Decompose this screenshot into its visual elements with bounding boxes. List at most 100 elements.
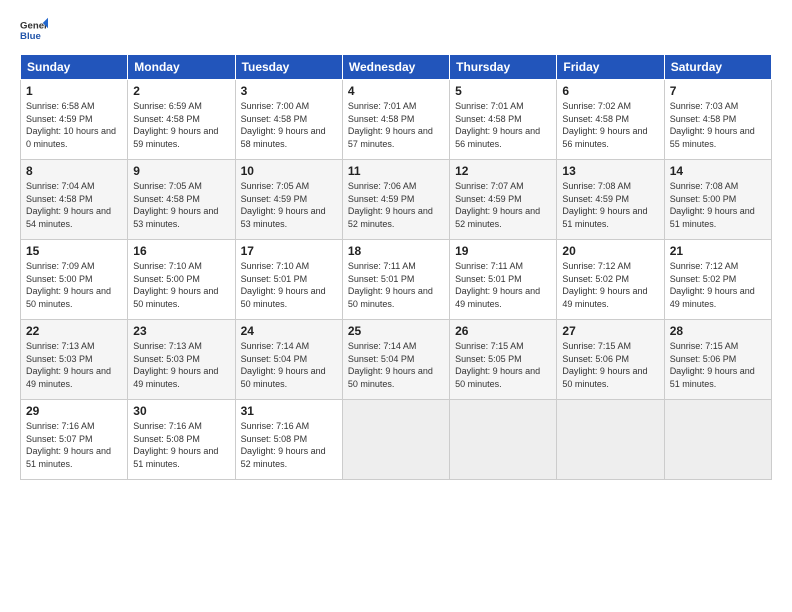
weekday-header-monday: Monday: [128, 55, 235, 80]
day-number: 30: [133, 404, 229, 418]
calendar-cell: 10 Sunrise: 7:05 AMSunset: 4:59 PMDayligh…: [235, 160, 342, 240]
weekday-header-wednesday: Wednesday: [342, 55, 449, 80]
day-info: Sunrise: 7:14 AMSunset: 5:04 PMDaylight:…: [348, 340, 444, 390]
weekday-header-sunday: Sunday: [21, 55, 128, 80]
calendar-cell: 22 Sunrise: 7:13 AMSunset: 5:03 PMDayligh…: [21, 320, 128, 400]
day-number: 26: [455, 324, 551, 338]
day-info: Sunrise: 7:15 AMSunset: 5:06 PMDaylight:…: [670, 340, 766, 390]
calendar-cell: 26 Sunrise: 7:15 AMSunset: 5:05 PMDayligh…: [450, 320, 557, 400]
calendar-cell: 12 Sunrise: 7:07 AMSunset: 4:59 PMDayligh…: [450, 160, 557, 240]
calendar-cell: 7 Sunrise: 7:03 AMSunset: 4:58 PMDaylight…: [664, 80, 771, 160]
header: General Blue: [20, 16, 772, 44]
day-info: Sunrise: 7:15 AMSunset: 5:05 PMDaylight:…: [455, 340, 551, 390]
day-number: 15: [26, 244, 122, 258]
day-info: Sunrise: 7:13 AMSunset: 5:03 PMDaylight:…: [133, 340, 229, 390]
day-number: 11: [348, 164, 444, 178]
calendar-cell: 18Sunrise: 7:11 AMSunset: 5:01 PMDayligh…: [342, 240, 449, 320]
weekday-header-friday: Friday: [557, 55, 664, 80]
day-number: 3: [241, 84, 337, 98]
day-number: 23: [133, 324, 229, 338]
day-number: 10: [241, 164, 337, 178]
day-info: Sunrise: 7:03 AMSunset: 4:58 PMDaylight:…: [670, 100, 766, 150]
day-info: Sunrise: 7:15 AMSunset: 5:06 PMDaylight:…: [562, 340, 658, 390]
day-number: 18: [348, 244, 444, 258]
day-info: Sunrise: 7:06 AMSunset: 4:59 PMDaylight:…: [348, 180, 444, 230]
day-info: Sunrise: 7:12 AMSunset: 5:02 PMDaylight:…: [562, 260, 658, 310]
calendar-cell: [557, 400, 664, 480]
calendar-cell: [664, 400, 771, 480]
day-info: Sunrise: 7:16 AMSunset: 5:08 PMDaylight:…: [241, 420, 337, 470]
calendar-cell: 31 Sunrise: 7:16 AMSunset: 5:08 PMDayligh…: [235, 400, 342, 480]
day-info: Sunrise: 7:10 AMSunset: 5:00 PMDaylight:…: [133, 260, 229, 310]
calendar-cell: 24 Sunrise: 7:14 AMSunset: 5:04 PMDayligh…: [235, 320, 342, 400]
day-info: Sunrise: 7:08 AMSunset: 5:00 PMDaylight:…: [670, 180, 766, 230]
day-number: 4: [348, 84, 444, 98]
day-number: 2: [133, 84, 229, 98]
weekday-header-saturday: Saturday: [664, 55, 771, 80]
day-number: 16: [133, 244, 229, 258]
day-number: 31: [241, 404, 337, 418]
calendar-cell: 20 Sunrise: 7:12 AMSunset: 5:02 PMDayligh…: [557, 240, 664, 320]
calendar-cell: 28 Sunrise: 7:15 AMSunset: 5:06 PMDayligh…: [664, 320, 771, 400]
day-info: Sunrise: 6:58 AMSunset: 4:59 PMDaylight:…: [26, 100, 122, 150]
day-info: Sunrise: 7:14 AMSunset: 5:04 PMDaylight:…: [241, 340, 337, 390]
calendar-cell: 19Sunrise: 7:11 AMSunset: 5:01 PMDayligh…: [450, 240, 557, 320]
weekday-header-row: SundayMondayTuesdayWednesdayThursdayFrid…: [21, 55, 772, 80]
calendar-cell: 21Sunrise: 7:12 AMSunset: 5:02 PMDayligh…: [664, 240, 771, 320]
calendar-cell: 15 Sunrise: 7:09 AMSunset: 5:00 PMDayligh…: [21, 240, 128, 320]
svg-text:General: General: [20, 20, 48, 31]
svg-text:Blue: Blue: [20, 31, 41, 42]
calendar-week-row: 15 Sunrise: 7:09 AMSunset: 5:00 PMDayligh…: [21, 240, 772, 320]
calendar-week-row: 22 Sunrise: 7:13 AMSunset: 5:03 PMDayligh…: [21, 320, 772, 400]
day-info: Sunrise: 7:05 AMSunset: 4:59 PMDaylight:…: [241, 180, 337, 230]
calendar-cell: 4 Sunrise: 7:01 AMSunset: 4:58 PMDaylight…: [342, 80, 449, 160]
day-info: Sunrise: 7:04 AMSunset: 4:58 PMDaylight:…: [26, 180, 122, 230]
day-number: 24: [241, 324, 337, 338]
day-number: 14: [670, 164, 766, 178]
day-number: 8: [26, 164, 122, 178]
logo-icon: General Blue: [20, 16, 48, 44]
calendar-cell: [450, 400, 557, 480]
calendar-cell: 2 Sunrise: 6:59 AMSunset: 4:58 PMDaylight…: [128, 80, 235, 160]
calendar-cell: 25 Sunrise: 7:14 AMSunset: 5:04 PMDayligh…: [342, 320, 449, 400]
calendar-cell: [342, 400, 449, 480]
day-info: Sunrise: 7:08 AMSunset: 4:59 PMDaylight:…: [562, 180, 658, 230]
day-number: 28: [670, 324, 766, 338]
day-info: Sunrise: 7:09 AMSunset: 5:00 PMDaylight:…: [26, 260, 122, 310]
day-number: 20: [562, 244, 658, 258]
day-info: Sunrise: 7:01 AMSunset: 4:58 PMDaylight:…: [348, 100, 444, 150]
day-info: Sunrise: 7:07 AMSunset: 4:59 PMDaylight:…: [455, 180, 551, 230]
calendar-cell: 16 Sunrise: 7:10 AMSunset: 5:00 PMDayligh…: [128, 240, 235, 320]
day-number: 9: [133, 164, 229, 178]
weekday-header-tuesday: Tuesday: [235, 55, 342, 80]
calendar-cell: 23 Sunrise: 7:13 AMSunset: 5:03 PMDayligh…: [128, 320, 235, 400]
calendar-table: SundayMondayTuesdayWednesdayThursdayFrid…: [20, 54, 772, 480]
day-number: 12: [455, 164, 551, 178]
day-info: Sunrise: 7:05 AMSunset: 4:58 PMDaylight:…: [133, 180, 229, 230]
day-number: 1: [26, 84, 122, 98]
day-info: Sunrise: 7:10 AMSunset: 5:01 PMDaylight:…: [241, 260, 337, 310]
calendar-cell: 27Sunrise: 7:15 AMSunset: 5:06 PMDayligh…: [557, 320, 664, 400]
day-info: Sunrise: 7:13 AMSunset: 5:03 PMDaylight:…: [26, 340, 122, 390]
day-number: 7: [670, 84, 766, 98]
calendar-cell: 8 Sunrise: 7:04 AMSunset: 4:58 PMDaylight…: [21, 160, 128, 240]
day-number: 21: [670, 244, 766, 258]
day-number: 13: [562, 164, 658, 178]
day-number: 22: [26, 324, 122, 338]
day-info: Sunrise: 7:02 AMSunset: 4:58 PMDaylight:…: [562, 100, 658, 150]
day-info: Sunrise: 7:00 AMSunset: 4:58 PMDaylight:…: [241, 100, 337, 150]
page: General Blue SundayMondayTuesdayWednesda…: [0, 0, 792, 612]
calendar-cell: 5Sunrise: 7:01 AMSunset: 4:58 PMDaylight…: [450, 80, 557, 160]
calendar-cell: 11 Sunrise: 7:06 AMSunset: 4:59 PMDayligh…: [342, 160, 449, 240]
calendar-week-row: 1 Sunrise: 6:58 AMSunset: 4:59 PMDaylight…: [21, 80, 772, 160]
day-info: Sunrise: 6:59 AMSunset: 4:58 PMDaylight:…: [133, 100, 229, 150]
calendar-cell: 14 Sunrise: 7:08 AMSunset: 5:00 PMDayligh…: [664, 160, 771, 240]
calendar-cell: 29Sunrise: 7:16 AMSunset: 5:07 PMDayligh…: [21, 400, 128, 480]
day-number: 6: [562, 84, 658, 98]
calendar-week-row: 29Sunrise: 7:16 AMSunset: 5:07 PMDayligh…: [21, 400, 772, 480]
day-number: 25: [348, 324, 444, 338]
day-info: Sunrise: 7:16 AMSunset: 5:07 PMDaylight:…: [26, 420, 122, 470]
day-number: 5: [455, 84, 551, 98]
calendar-week-row: 8 Sunrise: 7:04 AMSunset: 4:58 PMDaylight…: [21, 160, 772, 240]
day-info: Sunrise: 7:16 AMSunset: 5:08 PMDaylight:…: [133, 420, 229, 470]
